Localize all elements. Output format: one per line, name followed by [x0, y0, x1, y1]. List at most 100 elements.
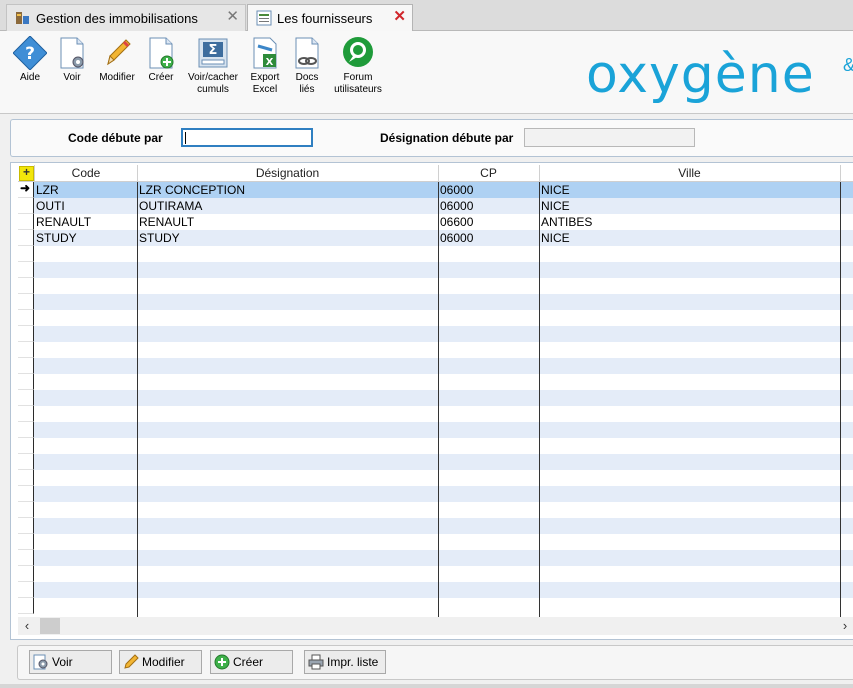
- empty-table-row[interactable]: [18, 358, 853, 374]
- row-selector[interactable]: [18, 406, 34, 422]
- table-row[interactable]: ➜ LZR LZR CONCEPTION 06000 NICE: [18, 181, 853, 198]
- empty-table-row[interactable]: [18, 470, 853, 486]
- table-row[interactable]: OUTI OUTIRAMA 06000 NICE: [18, 198, 853, 214]
- empty-table-row[interactable]: [18, 454, 853, 470]
- row-selector[interactable]: [18, 294, 34, 310]
- empty-table-row[interactable]: [18, 550, 853, 566]
- view-button-bottom[interactable]: Voir: [29, 650, 112, 674]
- row-selector[interactable]: [18, 198, 34, 214]
- column-chooser-icon[interactable]: +: [19, 166, 34, 181]
- print-list-button[interactable]: Impr. liste: [304, 650, 386, 674]
- linked-documents-button[interactable]: Docs liés: [289, 36, 325, 96]
- empty-table-row[interactable]: [18, 246, 853, 262]
- row-selector[interactable]: [18, 454, 34, 470]
- row-selector[interactable]: [18, 358, 34, 374]
- empty-table-row[interactable]: [18, 486, 853, 502]
- create-button[interactable]: Créer: [143, 36, 179, 84]
- empty-table-row[interactable]: [18, 326, 853, 342]
- empty-table-row[interactable]: [18, 518, 853, 534]
- empty-table-row[interactable]: [18, 262, 853, 278]
- row-selector[interactable]: [18, 278, 34, 294]
- row-selector[interactable]: [18, 262, 34, 278]
- empty-table-row[interactable]: [18, 278, 853, 294]
- cell-code[interactable]: RENAULT: [35, 214, 137, 230]
- header-divider: [539, 165, 540, 182]
- view-button[interactable]: Voir: [54, 36, 90, 84]
- empty-table-row[interactable]: [18, 582, 853, 598]
- cell-code[interactable]: LZR: [35, 182, 137, 198]
- cell-ville[interactable]: NICE: [540, 182, 840, 198]
- create-button-bottom[interactable]: Créer: [210, 650, 293, 674]
- empty-table-row[interactable]: [18, 502, 853, 518]
- row-selector[interactable]: [18, 550, 34, 566]
- empty-table-row[interactable]: [18, 422, 853, 438]
- empty-table-row[interactable]: [18, 566, 853, 582]
- row-selector[interactable]: [18, 534, 34, 550]
- row-selector[interactable]: [18, 566, 34, 582]
- user-forum-button[interactable]: Forum utilisateurs: [331, 36, 385, 96]
- column-header-cp[interactable]: CP: [438, 165, 539, 182]
- edit-button-bottom[interactable]: Modifier: [119, 650, 202, 674]
- row-selector[interactable]: [18, 470, 34, 486]
- toggle-totals-button[interactable]: Σ Voir/cacher cumuls: [184, 36, 242, 96]
- empty-table-row[interactable]: [18, 438, 853, 454]
- row-selector[interactable]: [18, 518, 34, 534]
- row-selector[interactable]: [18, 486, 34, 502]
- scroll-left-icon[interactable]: ‹: [18, 617, 36, 635]
- row-selector[interactable]: [18, 582, 34, 598]
- row-selector[interactable]: [18, 598, 34, 614]
- table-row[interactable]: RENAULT RENAULT 06600 ANTIBES: [18, 214, 853, 230]
- row-selector[interactable]: [18, 214, 34, 230]
- code-filter-input[interactable]: [181, 128, 313, 147]
- cell-ville[interactable]: NICE: [540, 230, 840, 246]
- row-selector[interactable]: [18, 374, 34, 390]
- table-row[interactable]: STUDY STUDY 06000 NICE: [18, 230, 853, 246]
- cell-designation[interactable]: OUTIRAMA: [138, 198, 438, 214]
- row-selector[interactable]: [18, 230, 34, 246]
- empty-table-row[interactable]: [18, 534, 853, 550]
- empty-table-row[interactable]: [18, 598, 853, 614]
- scroll-right-icon[interactable]: ›: [836, 617, 853, 635]
- cell-code[interactable]: STUDY: [35, 230, 137, 246]
- row-selector[interactable]: [18, 422, 34, 438]
- cell-ville[interactable]: ANTIBES: [540, 214, 840, 230]
- tab-fournisseurs[interactable]: Les fournisseurs ✕: [247, 4, 413, 32]
- row-selector[interactable]: [18, 502, 34, 518]
- close-icon[interactable]: ✕: [393, 9, 406, 25]
- column-header-ville[interactable]: Ville: [539, 165, 840, 182]
- column-header-code[interactable]: Code: [35, 165, 137, 182]
- help-button[interactable]: ? Aide: [10, 36, 50, 84]
- horizontal-scrollbar[interactable]: ‹ ›: [18, 617, 853, 635]
- cell-cp[interactable]: 06000: [439, 198, 539, 214]
- cell-designation[interactable]: RENAULT: [138, 214, 438, 230]
- row-selector[interactable]: ➜: [18, 181, 34, 198]
- cell-cp[interactable]: 06000: [439, 182, 539, 198]
- row-selector[interactable]: [18, 326, 34, 342]
- empty-table-row[interactable]: [18, 406, 853, 422]
- cell-code[interactable]: OUTI: [35, 198, 137, 214]
- cell-designation[interactable]: STUDY: [138, 230, 438, 246]
- row-selector[interactable]: [18, 310, 34, 326]
- row-selector[interactable]: [18, 342, 34, 358]
- edit-button[interactable]: Modifier: [96, 36, 138, 84]
- row-selector[interactable]: [18, 390, 34, 406]
- suppliers-grid[interactable]: + Code Désignation CP Ville ➜ LZR LZR CONC…: [18, 165, 853, 617]
- empty-table-row[interactable]: [18, 390, 853, 406]
- empty-table-row[interactable]: [18, 310, 853, 326]
- empty-table-row[interactable]: [18, 374, 853, 390]
- column-header-designation[interactable]: Désignation: [137, 165, 438, 182]
- row-selector[interactable]: [18, 438, 34, 454]
- empty-table-row[interactable]: [18, 294, 853, 310]
- cell-designation[interactable]: LZR CONCEPTION: [138, 182, 438, 198]
- suppliers-grid-panel: + Code Désignation CP Ville ➜ LZR LZR CONC…: [10, 162, 853, 640]
- cell-cp[interactable]: 06600: [439, 214, 539, 230]
- export-excel-button[interactable]: X Export Excel: [247, 36, 283, 96]
- designation-filter-input[interactable]: [524, 128, 695, 147]
- row-selector[interactable]: [18, 246, 34, 262]
- tab-gestion-immobilisations[interactable]: Gestion des immobilisations ✕: [6, 4, 246, 31]
- close-icon[interactable]: ✕: [226, 9, 239, 25]
- cell-cp[interactable]: 06000: [439, 230, 539, 246]
- empty-table-row[interactable]: [18, 342, 853, 358]
- scrollbar-thumb[interactable]: [40, 618, 60, 634]
- cell-ville[interactable]: NICE: [540, 198, 840, 214]
